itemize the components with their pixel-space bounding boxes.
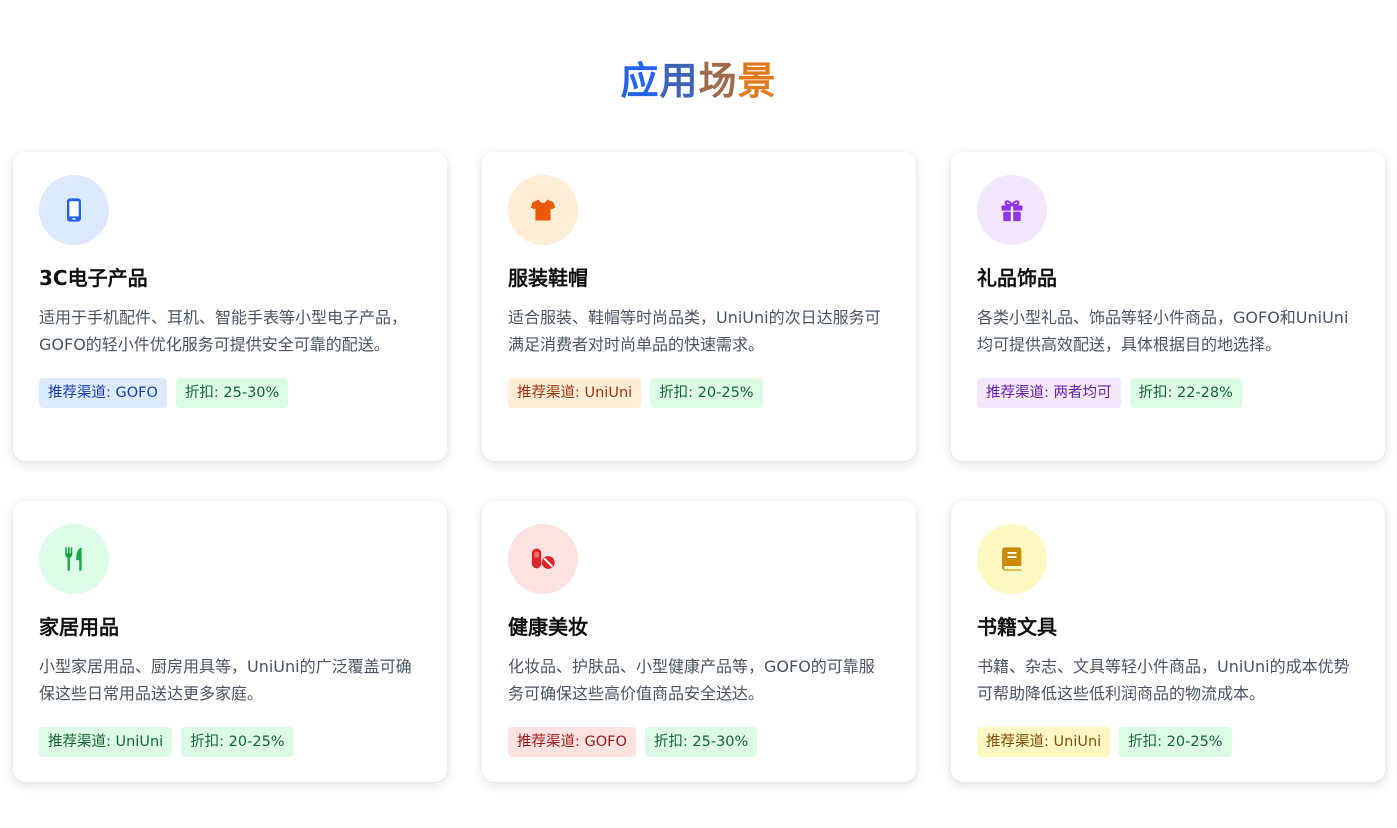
gift-icon bbox=[1001, 200, 1023, 222]
channel-badge: 推荐渠道: UniUni bbox=[508, 378, 642, 408]
card-title: 礼品饰品 bbox=[977, 266, 1057, 290]
card-icon-circle bbox=[508, 175, 578, 245]
card-icon-circle bbox=[508, 524, 578, 594]
discount-badge: 折扣: 20-25% bbox=[1119, 727, 1232, 757]
scenario-card-apparel: 服装鞋帽 适合服装、鞋帽等时尚品类，UniUni的次日达服务可满足消费者对时尚单… bbox=[482, 152, 916, 461]
scenario-grid: 3C电子产品 适用于手机配件、耳机、智能手表等小型电子产品，GOFO的轻小件优化… bbox=[13, 152, 1385, 782]
channel-badge: 推荐渠道: GOFO bbox=[39, 378, 167, 408]
card-description: 适合服装、鞋帽等时尚品类，UniUni的次日达服务可满足消费者对时尚单品的快速需… bbox=[508, 308, 881, 354]
card-title: 服装鞋帽 bbox=[508, 266, 588, 290]
tshirt-icon bbox=[530, 199, 556, 221]
discount-badge: 折扣: 20-25% bbox=[650, 378, 763, 408]
card-title: 书籍文具 bbox=[977, 615, 1057, 639]
page-title-char: 景 bbox=[737, 59, 777, 103]
book-icon bbox=[1002, 547, 1022, 571]
page-title: 应用场景 bbox=[0, 50, 1397, 105]
card-description: 化妆品、护肤品、小型健康产品等，GOFO的可靠服务可确保这些高价值商品安全送达。 bbox=[508, 657, 875, 703]
card-title: 健康美妆 bbox=[508, 615, 588, 639]
card-icon-circle bbox=[977, 175, 1047, 245]
page-title-char: 用 bbox=[659, 59, 699, 103]
card-icon-circle bbox=[39, 524, 109, 594]
card-title: 3C电子产品 bbox=[39, 266, 148, 290]
discount-badge: 折扣: 25-30% bbox=[175, 378, 289, 408]
card-icon-circle bbox=[39, 175, 109, 245]
discount-badge: 折扣: 20-25% bbox=[181, 727, 294, 757]
channel-badge: 推荐渠道: 两者均可 bbox=[977, 378, 1121, 408]
discount-badge: 折扣: 22-28% bbox=[1129, 378, 1242, 408]
card-tags: 推荐渠道: 两者均可 折扣: 22-28% bbox=[977, 378, 1359, 408]
card-tags: 推荐渠道: UniUni 折扣: 20-25% bbox=[977, 727, 1359, 757]
card-icon-circle bbox=[977, 524, 1047, 594]
page-title-char: 应 bbox=[620, 59, 660, 103]
channel-badge: 推荐渠道: UniUni bbox=[39, 727, 173, 757]
card-description: 各类小型礼品、饰品等轻小件商品，GOFO和UniUni均可提供高效配送，具体根据… bbox=[977, 308, 1349, 354]
card-tags: 推荐渠道: UniUni 折扣: 20-25% bbox=[508, 378, 890, 408]
scenario-card-gifts: 礼品饰品 各类小型礼品、饰品等轻小件商品，GOFO和UniUni均可提供高效配送… bbox=[951, 152, 1385, 461]
smartphone-icon bbox=[67, 198, 81, 222]
card-description: 小型家居用品、厨房用具等，UniUni的广泛覆盖可确保这些日常用品送达更多家庭。 bbox=[39, 657, 412, 703]
channel-badge: 推荐渠道: UniUni bbox=[977, 727, 1111, 757]
scenario-card-home: 家居用品 小型家居用品、厨房用具等，UniUni的广泛覆盖可确保这些日常用品送达… bbox=[13, 501, 447, 782]
card-tags: 推荐渠道: GOFO 折扣: 25-30% bbox=[39, 378, 421, 408]
channel-badge: 推荐渠道: GOFO bbox=[508, 727, 636, 757]
scenario-card-books-stationery: 书籍文具 书籍、杂志、文具等轻小件商品，UniUni的成本优势可帮助降低这些低利… bbox=[951, 501, 1385, 782]
card-title: 家居用品 bbox=[39, 615, 119, 639]
utensils-icon bbox=[65, 547, 82, 571]
card-description: 书籍、杂志、文具等轻小件商品，UniUni的成本优势可帮助降低这些低利润商品的物… bbox=[977, 657, 1350, 703]
page-title-char: 场 bbox=[698, 59, 738, 103]
scenario-card-health-beauty: 健康美妆 化妆品、护肤品、小型健康产品等，GOFO的可靠服务可确保这些高价值商品… bbox=[482, 501, 916, 782]
discount-badge: 折扣: 25-30% bbox=[644, 727, 758, 757]
card-description: 适用于手机配件、耳机、智能手表等小型电子产品，GOFO的轻小件优化服务可提供安全… bbox=[39, 308, 408, 354]
pills-icon bbox=[531, 548, 555, 569]
scenario-card-electronics: 3C电子产品 适用于手机配件、耳机、智能手表等小型电子产品，GOFO的轻小件优化… bbox=[13, 152, 447, 461]
card-tags: 推荐渠道: UniUni 折扣: 20-25% bbox=[39, 727, 421, 757]
card-tags: 推荐渠道: GOFO 折扣: 25-30% bbox=[508, 727, 890, 757]
